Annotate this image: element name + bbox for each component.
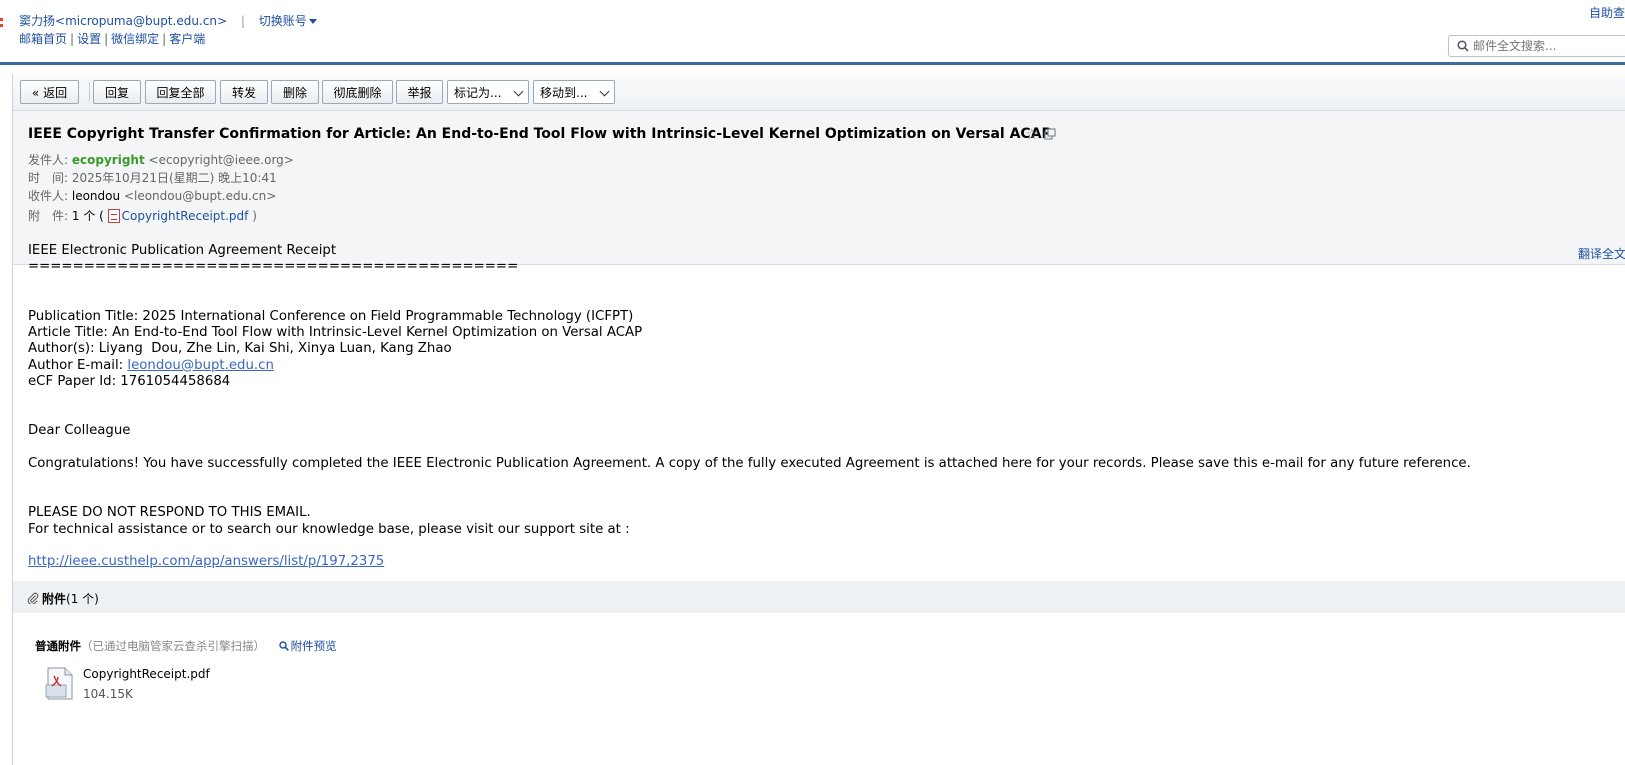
author-email-link[interactable]: leondou@bupt.edu.cn xyxy=(127,358,274,373)
nav-wechat-bind[interactable]: 微信绑定 xyxy=(111,32,159,46)
greeting: Dear Colleague xyxy=(28,423,131,439)
top-nav: 邮箱首页 | 设置 | 微信绑定 | 客户端 xyxy=(19,30,205,47)
pdf-icon xyxy=(107,209,120,223)
chevron-down-icon xyxy=(599,86,610,97)
time-row: 时 间: 2025年10月21日(星期二) 晚上10:41 xyxy=(28,169,277,186)
body-heading: IEEE Electronic Publication Agreement Re… xyxy=(28,243,337,258)
article-title: Article Title: An End-to-End Tool Flow w… xyxy=(28,324,643,340)
user-email: <micropuma@bupt.edu.cn> xyxy=(55,14,228,28)
top-header: 窦力扬<micropuma@bupt.edu.cn> | 切换账号 邮箱首页 | 设… xyxy=(0,0,1625,62)
move-to-select[interactable]: 移动到... xyxy=(533,80,615,104)
attachment-link-label: CopyrightReceipt.pdf xyxy=(121,209,249,223)
separator: | xyxy=(104,32,109,46)
delete-permanent-button[interactable]: 彻底删除 xyxy=(322,80,393,104)
author-email-label: Author E-mail: xyxy=(28,357,128,373)
back-button[interactable]: « 返回 xyxy=(20,80,79,104)
search-input[interactable] xyxy=(1473,39,1613,53)
attachments-section: 附件(1 个) 普通附件（已通过电脑管家云查杀引擎扫描） 附件预览 Copyri… xyxy=(13,581,1625,765)
chevron-down-icon xyxy=(308,19,317,24)
no-respond-text: PLEASE DO NOT RESPOND TO THIS EMAIL. xyxy=(28,505,311,521)
header-divider xyxy=(0,62,1625,65)
attachment-label: 附 件: xyxy=(28,209,69,223)
assist-text: For technical assistance or to search ou… xyxy=(28,521,630,537)
chevron-down-icon xyxy=(513,86,524,97)
move-to-label: 移动到... xyxy=(540,85,588,100)
recipient-email: <leondou@bupt.edu.cn> xyxy=(123,189,277,203)
reply-button[interactable]: 回复 xyxy=(93,80,141,104)
paper-id: eCF Paper Id: 1761054458684 xyxy=(28,374,231,390)
switch-account-label: 切换账号 xyxy=(258,14,307,28)
attachment-close-paren: ) xyxy=(252,209,257,223)
separator: | xyxy=(240,14,245,28)
recipient-name[interactable]: leondou xyxy=(72,189,120,203)
separator: | xyxy=(70,32,75,46)
popout-window-icon[interactable] xyxy=(1044,126,1056,144)
body-rule: ========================================… xyxy=(28,259,519,275)
search-box[interactable] xyxy=(1448,35,1625,57)
scan-note: （已通过电脑管家云查杀引擎扫描） xyxy=(81,639,265,653)
support-url-link[interactable]: http://ieee.custhelp.com/app/answers/lis… xyxy=(28,554,384,569)
normal-attachments-label: 普通附件 xyxy=(35,639,81,653)
nav-mail-home[interactable]: 邮箱首页 xyxy=(19,32,67,46)
nav-client[interactable]: 客户端 xyxy=(169,32,205,46)
mail-toolbar: « 返回 回复 回复全部 转发 删除 彻底删除 举报 标记为... 移动到... xyxy=(13,74,1625,111)
mail-header: IEEE Copyright Transfer Confirmation for… xyxy=(13,111,1625,265)
report-button[interactable]: 举报 xyxy=(396,80,443,104)
author-email-row: Author E-mail: leondou@bupt.edu.cn xyxy=(28,358,1618,374)
self-help-link[interactable]: 自助查 xyxy=(1589,4,1625,21)
attachments-bar: 附件(1 个) xyxy=(13,581,1625,613)
mail-read-panel: « 返回 回复 回复全部 转发 删除 彻底删除 举报 标记为... 移动到...… xyxy=(12,74,1625,765)
mail-body: IEEE Electronic Publication Agreement Re… xyxy=(28,243,1618,571)
publication-title: Publication Title: 2025 International Co… xyxy=(28,308,634,324)
attachments-count: (1 个) xyxy=(66,592,99,606)
user-name: 窦力扬 xyxy=(19,14,56,28)
time-label: 时 间: xyxy=(28,171,69,185)
magnifier-icon xyxy=(278,641,289,651)
from-label: 发件人: xyxy=(28,153,69,167)
attachment-link[interactable]: CopyrightReceipt.pdf xyxy=(107,209,249,223)
congrats-text: Congratulations! You have successfully c… xyxy=(28,456,1471,472)
from-row: 发件人: ecopyright <ecopyright@ieee.org> xyxy=(28,151,294,168)
forward-button[interactable]: 转发 xyxy=(220,80,268,104)
time-value: 2025年10月21日(星期二) 晚上10:41 xyxy=(71,171,277,185)
user-line: 窦力扬<micropuma@bupt.edu.cn> | 切换账号 xyxy=(19,12,317,29)
star-icon[interactable]: ☆ xyxy=(1025,125,1038,143)
mark-as-label: 标记为... xyxy=(454,85,502,100)
to-label: 收件人: xyxy=(28,189,69,203)
mark-as-select[interactable]: 标记为... xyxy=(447,80,529,104)
paperclip-icon xyxy=(27,592,39,605)
attachment-file-size: 104.15K xyxy=(83,687,133,701)
delete-button[interactable]: 删除 xyxy=(271,80,319,104)
brand-mark xyxy=(0,18,3,36)
attachments-subheader: 普通附件（已通过电脑管家云查杀引擎扫描） 附件预览 xyxy=(35,638,337,654)
attachment-preview-label: 附件预览 xyxy=(290,639,337,653)
nav-settings[interactable]: 设置 xyxy=(77,32,101,46)
attachment-preview-link[interactable]: 附件预览 xyxy=(278,639,337,653)
support-url-row: http://ieee.custhelp.com/app/answers/lis… xyxy=(28,554,1618,570)
attachments-title-label: 附件 xyxy=(42,592,67,606)
mail-subject: IEEE Copyright Transfer Confirmation for… xyxy=(28,126,1052,142)
reply-all-button[interactable]: 回复全部 xyxy=(145,80,216,104)
sender-name[interactable]: ecopyright xyxy=(72,153,145,167)
attachment-file-name[interactable]: CopyrightReceipt.pdf xyxy=(83,667,210,681)
attachments-title: 附件(1 个) xyxy=(27,590,99,607)
toolbar-divider xyxy=(89,82,90,102)
switch-account-link[interactable]: 切换账号 xyxy=(259,14,317,28)
sender-email: <ecopyright@ieee.org> xyxy=(148,153,294,167)
attachment-row: 附 件: 1 个 ( CopyrightReceipt.pdf ) xyxy=(28,207,257,224)
attachment-count: 1 个 ( xyxy=(71,209,104,223)
authors: Author(s): Liyang Dou, Zhe Lin, Kai Shi,… xyxy=(28,341,452,357)
separator: | xyxy=(162,32,167,46)
to-row: 收件人: leondou <leondou@bupt.edu.cn> xyxy=(28,187,276,204)
search-icon xyxy=(1457,40,1469,52)
pdf-file-icon[interactable] xyxy=(45,667,79,701)
